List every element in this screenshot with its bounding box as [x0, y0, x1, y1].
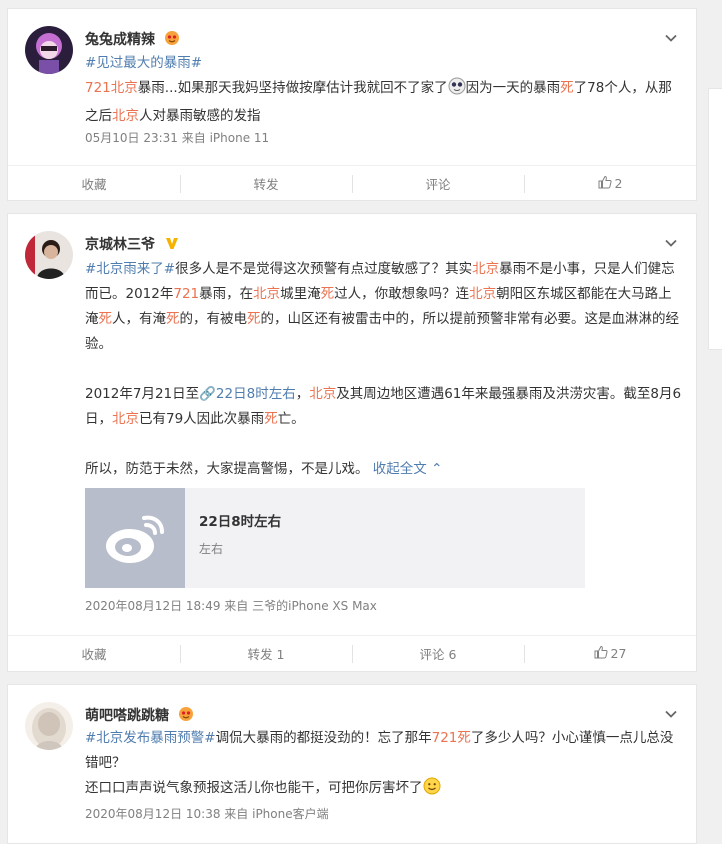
- text-span: 所以，防范于未然，大家提高警惕，不是儿戏。: [85, 461, 373, 477]
- text-span: 人对暴雨敏感的发指: [139, 108, 261, 124]
- keyword-highlight: 死: [560, 80, 574, 96]
- text-span: 城里淹: [280, 286, 321, 302]
- post-meta: 2020年08月12日 18:49 来自 三爷的iPhone XS Max: [85, 599, 377, 613]
- chevron-down-icon[interactable]: [664, 31, 678, 45]
- username[interactable]: 京城林三爷: [85, 234, 180, 255]
- keyword-highlight: 北京: [112, 411, 139, 427]
- username-text: 萌吧嗒跳跳糖: [85, 708, 169, 724]
- action-bar: 收藏 转发 评论 2: [8, 165, 696, 201]
- text-span: 的，有被电: [179, 311, 248, 327]
- username[interactable]: 兔兔成精辣: [85, 29, 180, 50]
- comment-label: 评论: [425, 177, 451, 192]
- post-meta: 05月10日 23:31 来自 iPhone 11: [85, 131, 270, 145]
- username[interactable]: 萌吧嗒跳跳糖: [85, 705, 194, 726]
- avatar[interactable]: [25, 702, 73, 750]
- post-meta: 2020年08月12日 10:38 来自 iPhone客户端: [85, 807, 329, 821]
- text-span: 亡。: [277, 411, 305, 427]
- like-count: 27: [610, 646, 627, 661]
- verified-v-icon: [164, 235, 180, 255]
- collect-label: 收藏: [81, 647, 107, 662]
- text-span: 还口口声声说气象预报这活儿你也能干，可把你厉害坏了: [85, 780, 423, 796]
- keyword-highlight: 721: [431, 730, 458, 746]
- comment-button[interactable]: 评论 6: [352, 636, 524, 671]
- post-text: #见过最大的暴雨# 721北京暴雨...如果那天我妈坚持做按摩估计我就回不了家了因…: [85, 51, 683, 129]
- like-button[interactable]: 27: [524, 636, 696, 671]
- username-text: 京城林三爷: [85, 237, 155, 253]
- keyword-highlight: 北京: [472, 261, 500, 277]
- chevron-down-icon[interactable]: [664, 236, 678, 250]
- text-span: 调侃大暴雨的都挺没劲的！忘了那年: [215, 730, 432, 746]
- topic-link[interactable]: #见过最大的暴雨#: [85, 55, 202, 71]
- repost-button[interactable]: 转发 1: [180, 636, 352, 671]
- avatar[interactable]: [25, 231, 73, 279]
- text-span: 很多人是不是觉得这次预警有点过度敏感了？其实: [175, 261, 473, 277]
- post-text: #北京雨来了#很多人是不是觉得这次预警有点过度敏感了？其实北京暴雨不是小事，只是…: [85, 257, 683, 482]
- sticker-emoji-icon: [448, 77, 466, 104]
- post-text: #北京发布暴雨预警#调侃大暴雨的都挺没劲的！忘了那年721死了多少人吗？小心谨慎…: [85, 726, 683, 804]
- repost-button[interactable]: 转发: [180, 166, 352, 201]
- keyword-highlight: 死: [320, 286, 335, 302]
- keyword-highlight: 死: [457, 730, 471, 746]
- post-paragraph: 2012年7月21日至🔗22日8时左右，北京及其周边地区遭遇61年来最强暴雨及洪…: [85, 382, 683, 432]
- action-bar: 收藏 转发 1 评论 6 27: [8, 635, 696, 671]
- keyword-highlight: 北京: [110, 80, 138, 96]
- text-span: 2012年7月21日至: [85, 386, 200, 402]
- topic-link[interactable]: 🔗22日8时左右: [199, 386, 296, 402]
- text-span: 已有79人因此次暴雨: [139, 411, 265, 427]
- link-title: 22日8时左右: [199, 514, 282, 530]
- topic-link[interactable]: 收起全文 ⌃: [373, 461, 443, 477]
- text-span: 过人，你敢想象吗？连: [334, 286, 470, 302]
- post-paragraph: #北京发布暴雨预警#调侃大暴雨的都挺没劲的！忘了那年721死了多少人吗？小心谨慎…: [85, 726, 683, 776]
- like-button[interactable]: 2: [524, 166, 696, 201]
- topic-link[interactable]: #北京发布暴雨预警#: [85, 730, 216, 746]
- collect-label: 收藏: [81, 177, 107, 192]
- like-count: 2: [614, 176, 623, 191]
- text-span: 暴雨，在: [199, 286, 254, 302]
- post-paragraph: #北京雨来了#很多人是不是觉得这次预警有点过度敏感了？其实北京暴雨不是小事，只是…: [85, 257, 683, 357]
- keyword-highlight: 北京: [469, 286, 497, 302]
- keyword-highlight: 死: [264, 411, 278, 427]
- text-span: 因为一天的暴雨: [465, 80, 561, 96]
- keyword-highlight: 北京: [112, 108, 139, 124]
- link-preview-card[interactable]: 22日8时左右 左右: [85, 488, 585, 588]
- topic-link[interactable]: #北京雨来了#: [85, 261, 175, 277]
- keyword-highlight: 北京: [253, 286, 281, 302]
- keyword-highlight: 死: [98, 311, 113, 327]
- keyword-highlight: 721: [173, 286, 200, 302]
- post-card: 京城林三爷 #北京雨来了#很多人是不是觉得这次预警有点过度敏感了？其实北京暴雨不…: [7, 213, 697, 672]
- username-text: 兔兔成精辣: [85, 32, 155, 48]
- collect-button[interactable]: 收藏: [8, 636, 180, 671]
- thumbs-up-icon: [598, 175, 612, 192]
- fan-badge-icon: [178, 706, 194, 726]
- keyword-highlight: 死: [166, 311, 180, 327]
- repost-label: 转发: [253, 177, 279, 192]
- post-paragraph: #见过最大的暴雨# 721北京暴雨...如果那天我妈坚持做按摩估计我就回不了家了因…: [85, 51, 683, 129]
- avatar[interactable]: [25, 26, 73, 74]
- text-span: 暴雨...如果那天我妈坚持做按摩估计我就回不了家了: [137, 80, 448, 96]
- link-subtitle: 左右: [199, 542, 224, 556]
- text-span: 人，有淹: [112, 311, 166, 327]
- post-card: 萌吧嗒跳跳糖 #北京发布暴雨预警#调侃大暴雨的都挺没劲的！忘了那年721死了多少…: [7, 684, 697, 844]
- collect-button[interactable]: 收藏: [8, 166, 180, 201]
- side-panel-edge: [708, 88, 722, 350]
- post-card: 兔兔成精辣 #见过最大的暴雨# 721北京暴雨...如果那天我妈坚持做按摩估计我就…: [7, 8, 697, 201]
- chevron-down-icon[interactable]: [664, 707, 678, 721]
- fan-badge-icon: [164, 30, 180, 50]
- weibo-logo-icon: [85, 488, 185, 588]
- keyword-highlight: 721: [85, 80, 111, 96]
- thumbs-up-icon: [594, 645, 608, 662]
- smile-emoji-icon: [423, 777, 441, 804]
- post-paragraph: 所以，防范于未然，大家提高警惕，不是儿戏。 收起全文 ⌃: [85, 457, 683, 482]
- repost-label: 转发 1: [247, 647, 285, 662]
- keyword-highlight: 死: [247, 311, 261, 327]
- comment-button[interactable]: 评论: [352, 166, 524, 201]
- text-span: ，: [295, 386, 310, 402]
- post-paragraph: 还口口声声说气象预报这活儿你也能干，可把你厉害坏了: [85, 776, 683, 804]
- comment-label: 评论 6: [419, 647, 457, 662]
- keyword-highlight: 北京: [309, 386, 337, 402]
